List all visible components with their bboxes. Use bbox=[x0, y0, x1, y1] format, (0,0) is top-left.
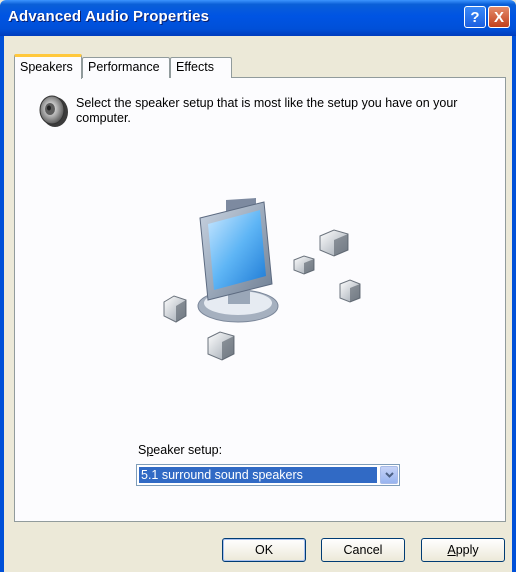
speaker-setup-description: Select the speaker setup that is most li… bbox=[76, 96, 458, 125]
tab-performance[interactable]: Performance bbox=[82, 57, 170, 78]
ok-button[interactable]: OK bbox=[222, 538, 306, 562]
help-icon: ? bbox=[470, 8, 480, 26]
speaker-setup-label: Speaker setup: bbox=[138, 443, 223, 457]
help-button[interactable]: ? bbox=[464, 6, 486, 28]
speaker-setup-illustration bbox=[163, 198, 361, 361]
speaker-setup-dropdown[interactable]: 5.1 surround sound speakers bbox=[136, 464, 400, 486]
cancel-button[interactable]: Cancel bbox=[321, 538, 405, 562]
close-button[interactable]: X bbox=[488, 6, 510, 28]
apply-button[interactable]: Apply bbox=[421, 538, 505, 562]
close-icon: X bbox=[493, 8, 504, 26]
title-bar[interactable]: Advanced Audio Properties ? X bbox=[0, 0, 516, 36]
dropdown-arrow-icon bbox=[384, 472, 394, 478]
window-border-right bbox=[512, 36, 516, 572]
dropdown-arrow-button[interactable] bbox=[380, 466, 398, 484]
tab-effects[interactable]: Effects bbox=[170, 57, 232, 78]
advanced-audio-properties-dialog: Advanced Audio Properties ? X Speakers P… bbox=[0, 0, 516, 572]
window-title: Advanced Audio Properties bbox=[8, 8, 210, 25]
tab-speakers[interactable]: Speakers bbox=[14, 54, 82, 79]
speaker-setup-selected-value: 5.1 surround sound speakers bbox=[139, 467, 377, 483]
window-border-left bbox=[0, 36, 4, 572]
speaker-icon bbox=[39, 95, 68, 127]
